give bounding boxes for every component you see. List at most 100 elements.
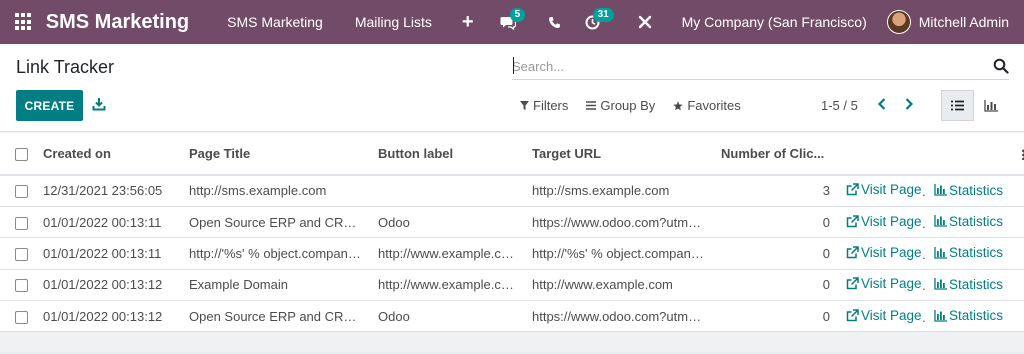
cell-statistics: Statistics — [926, 175, 1014, 207]
cell-created-on: 01/01/2022 00:13:11 — [35, 237, 181, 270]
statistics-button[interactable]: Statistics — [934, 214, 1003, 229]
statistics-button[interactable]: Statistics — [934, 308, 1003, 323]
apps-menu-icon[interactable] — [15, 13, 32, 31]
col-number-of-clicks[interactable]: Number of Clic... — [713, 133, 838, 176]
cell-visit: Visit Page — [838, 237, 926, 270]
cell-target-url: https://www.odoo.com?utm_... — [524, 300, 713, 333]
cell-statistics: Statistics — [926, 237, 1014, 270]
row-checkbox[interactable] — [15, 248, 28, 261]
activity-menu[interactable]: 31 — [573, 0, 614, 44]
chevron-left-icon[interactable] — [876, 97, 888, 111]
cell-created-on: 01/01/2022 00:13:12 — [35, 269, 181, 302]
table-header: Created on Page Title Button label Targe… — [0, 133, 1024, 176]
row-select-cell — [0, 300, 35, 333]
statistics-label: Statistics — [949, 308, 1004, 323]
select-all-checkbox[interactable] — [15, 148, 28, 162]
external-link-icon — [846, 183, 859, 196]
col-button-label[interactable]: Button label — [370, 133, 524, 176]
table-row[interactable]: 01/01/2022 00:13:12 Example Domain http:… — [0, 269, 1024, 302]
cell-created-on: 12/31/2021 23:56:05 — [35, 175, 181, 207]
create-button[interactable]: CREATE — [16, 90, 83, 121]
app-brand[interactable]: SMS Marketing — [46, 11, 189, 34]
voip-menu[interactable] — [536, 0, 573, 44]
col-created-on[interactable]: Created on — [35, 133, 181, 176]
company-switcher[interactable]: My Company (San Francisco) — [664, 14, 887, 30]
search-input[interactable] — [512, 54, 982, 78]
cell-visit: Visit Page — [838, 300, 926, 333]
visit-page-button[interactable]: Visit Page — [846, 308, 922, 323]
search-bar — [512, 54, 1009, 80]
cell-created-on: 01/01/2022 00:13:11 — [35, 206, 181, 239]
row-checkbox[interactable] — [15, 310, 28, 324]
cell-clicks: 0 — [713, 237, 838, 270]
row-checkbox[interactable] — [15, 216, 28, 230]
menu-mailing-lists[interactable]: Mailing Lists — [339, 14, 448, 30]
messaging-menu[interactable]: 5 — [488, 0, 528, 44]
statistics-label: Statistics — [949, 182, 1004, 198]
chevron-right-icon[interactable] — [903, 97, 915, 111]
cell-button-label: Odoo — [370, 206, 524, 239]
visit-page-button[interactable]: Visit Page — [846, 245, 922, 260]
view-switcher — [941, 90, 1007, 121]
cell-page-title: Open Source ERP and CRM | ... — [181, 300, 370, 333]
statistics-label: Statistics — [949, 245, 1004, 261]
cell-statistics: Statistics — [926, 300, 1014, 333]
download-icon[interactable] — [92, 97, 106, 111]
cell-created-on: 01/01/2022 00:13:12 — [35, 300, 181, 333]
statistics-label: Statistics — [949, 276, 1004, 292]
user-avatar[interactable] — [886, 10, 911, 34]
visit-page-label: Visit Page — [861, 182, 922, 198]
row-select-cell — [0, 175, 35, 207]
col-target-url[interactable]: Target URL — [524, 133, 713, 176]
list-view-button[interactable] — [941, 90, 974, 121]
group-by-toggle[interactable]: Group By — [586, 98, 655, 113]
row-checkbox[interactable] — [15, 279, 28, 293]
cell-visit: Visit Page — [838, 175, 926, 207]
debug-menu[interactable] — [626, 0, 664, 44]
bars-icon — [586, 101, 597, 110]
phone-icon — [548, 16, 560, 28]
row-checkbox[interactable] — [15, 185, 28, 199]
cell-clicks: 0 — [713, 206, 838, 239]
row-spacer — [1014, 237, 1024, 270]
statistics-button[interactable]: Statistics — [934, 245, 1003, 260]
user-menu[interactable]: Mitchell Admin — [919, 14, 1009, 30]
graph-view-button[interactable] — [974, 90, 1007, 121]
visit-page-button[interactable]: Visit Page — [846, 182, 922, 197]
table-row[interactable]: 01/01/2022 00:13:11 http://'%s' % object… — [0, 237, 1024, 270]
row-spacer — [1014, 175, 1024, 207]
text-cursor — [513, 57, 514, 74]
records-table: Created on Page Title Button label Targe… — [0, 133, 1024, 333]
visit-page-label: Visit Page — [861, 276, 922, 292]
pager-value[interactable]: 1-5 / 5 — [821, 98, 858, 113]
statistics-label: Statistics — [949, 213, 1004, 229]
favorites-toggle[interactable]: Favorites — [673, 98, 741, 113]
external-link-icon — [846, 277, 859, 290]
bar-chart-icon — [934, 184, 947, 196]
menu-sms-marketing[interactable]: SMS Marketing — [211, 14, 339, 30]
control-panel: Link Tracker CREATE Filters Group By Fav… — [0, 44, 1024, 132]
visit-page-button[interactable]: Visit Page — [846, 214, 922, 229]
filters-toggle[interactable]: Filters — [520, 98, 568, 113]
statistics-button[interactable]: Statistics — [934, 277, 1003, 292]
tools-icon — [638, 15, 651, 29]
bar-chart-icon — [934, 215, 947, 227]
col-page-title[interactable]: Page Title — [181, 133, 370, 176]
row-select-cell — [0, 269, 35, 302]
cell-button-label: Odoo — [370, 300, 524, 333]
cell-clicks: 0 — [713, 300, 838, 333]
cell-button-label: http://www.example.co... — [370, 269, 524, 302]
visit-page-label: Visit Page — [861, 213, 922, 229]
chat-badge: 5 — [509, 8, 526, 22]
cell-visit: Visit Page — [838, 269, 926, 302]
filters-label: Filters — [533, 98, 569, 113]
col-stats — [926, 133, 1014, 176]
table-row[interactable]: 12/31/2021 23:56:05 http://sms.example.c… — [0, 175, 1024, 207]
table-row[interactable]: 01/01/2022 00:13:11 Open Source ERP and … — [0, 206, 1024, 239]
statistics-button[interactable]: Statistics — [934, 183, 1003, 198]
search-icon[interactable] — [993, 58, 1009, 74]
visit-page-button[interactable]: Visit Page — [846, 276, 922, 291]
table-row[interactable]: 01/01/2022 00:13:12 Open Source ERP and … — [0, 300, 1024, 333]
bar-chart-icon — [934, 246, 947, 259]
menu-plus[interactable]: + — [448, 12, 488, 32]
